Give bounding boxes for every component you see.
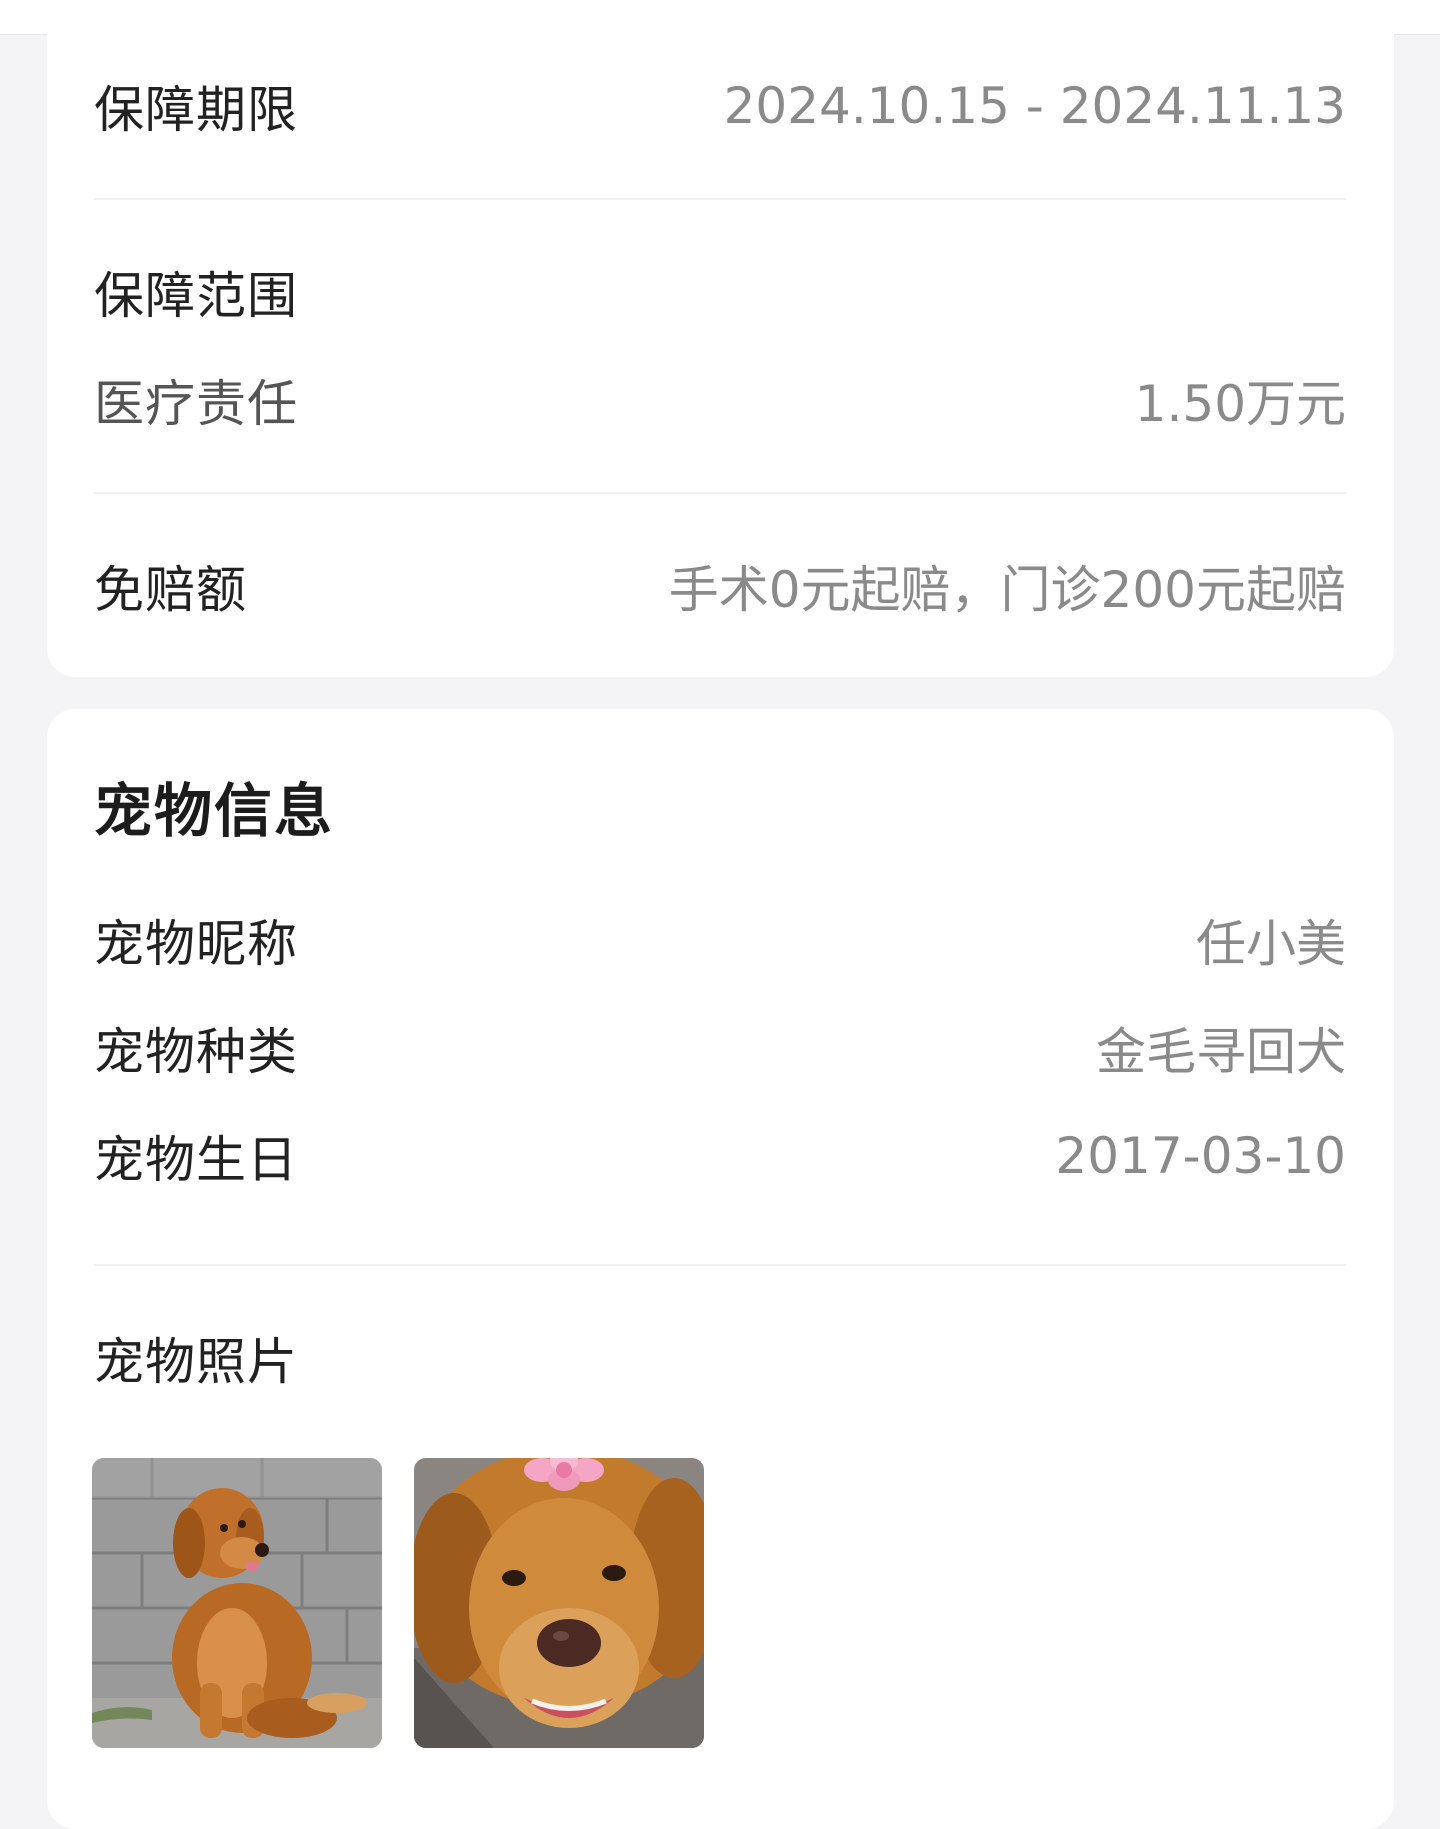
pet-birthday-value: 2017-03-10 [1055, 1127, 1346, 1185]
coverage-period-value: 2024.10.15 - 2024.11.13 [723, 77, 1346, 135]
pet-birthday-row: 宠物生日 2017-03-10 [94, 1124, 1346, 1189]
coverage-scope-row: 保障范围 [94, 260, 1346, 325]
coverage-scope-label: 保障范围 [94, 267, 298, 325]
medical-liability-row: 医疗责任 1.50万元 [94, 368, 1346, 433]
pet-photos-label: 宠物照片 [94, 1333, 298, 1391]
pet-nickname-value: 任小美 [1196, 915, 1346, 973]
deductible-value: 手术0元起赔，门诊200元起赔 [668, 561, 1346, 619]
pet-photo-gallery [92, 1458, 704, 1748]
pet-nickname-label: 宠物昵称 [94, 915, 298, 973]
deductible-label: 免赔额 [94, 561, 247, 619]
pet-breed-label: 宠物种类 [94, 1023, 298, 1081]
pet-info-title: 宠物信息 [94, 777, 335, 845]
pet-photo-dog-face[interactable] [414, 1458, 704, 1748]
medical-liability-label: 医疗责任 [94, 375, 298, 433]
divider [94, 198, 1346, 200]
pet-info-card: 宠物信息 宠物昵称 任小美 宠物种类 金毛寻回犬 宠物生日 2017-03-10… [47, 709, 1394, 1829]
pet-photos-row: 宠物照片 [94, 1326, 1346, 1391]
pet-nickname-row: 宠物昵称 任小美 [94, 908, 1346, 973]
pet-birthday-label: 宠物生日 [94, 1131, 298, 1189]
medical-liability-value: 1.50万元 [1134, 375, 1346, 433]
pet-breed-row: 宠物种类 金毛寻回犬 [94, 1016, 1346, 1081]
pet-photo-sitting-dog[interactable] [92, 1458, 382, 1748]
coverage-period-label: 保障期限 [94, 81, 298, 139]
divider [94, 1264, 1346, 1266]
coverage-card: 保障期限 2024.10.15 - 2024.11.13 保障范围 医疗责任 1… [47, 20, 1394, 677]
pet-breed-value: 金毛寻回犬 [1096, 1023, 1346, 1081]
deductible-row: 免赔额 手术0元起赔，门诊200元起赔 [94, 554, 1346, 619]
coverage-period-row: 保障期限 2024.10.15 - 2024.11.13 [94, 74, 1346, 139]
divider [94, 492, 1346, 494]
